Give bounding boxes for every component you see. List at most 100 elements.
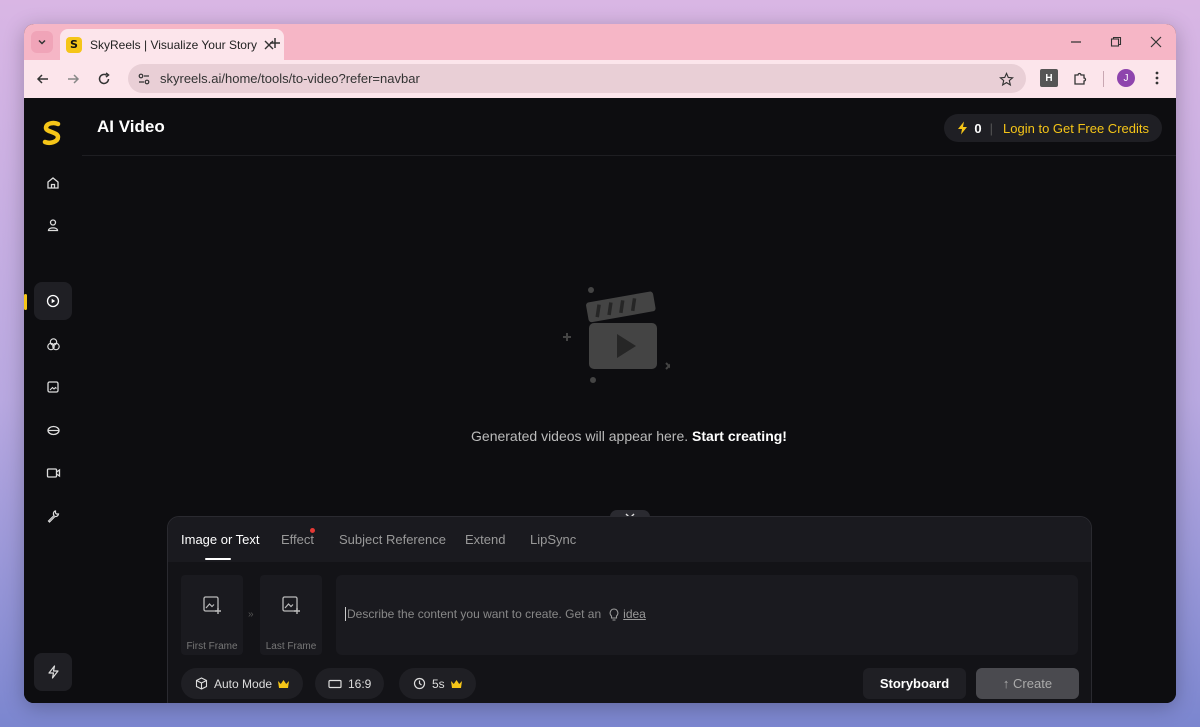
sidebar-item-effects[interactable]: [34, 325, 72, 363]
tune-icon: [138, 73, 150, 84]
sidebar-item-profile[interactable]: [34, 206, 72, 244]
sidebar-item-video[interactable]: [34, 454, 72, 492]
duration-label: 5s: [432, 676, 445, 691]
prompt-placeholder-row: Describe the content you want to create.…: [345, 607, 646, 621]
last-frame-label: Last Frame: [265, 641, 317, 652]
skyreels-favicon-icon: S: [66, 36, 82, 53]
back-button[interactable]: [32, 68, 54, 90]
arrow-right-icon: [68, 74, 80, 84]
page-header: AI Video 0 | Login to Get Free Credits: [82, 98, 1176, 156]
extension-h-button[interactable]: H: [1040, 69, 1058, 87]
tab-image-or-text[interactable]: Image or Text: [181, 532, 260, 547]
tab-strip: S SkyReels | Visualize Your Story: [24, 24, 1176, 60]
tab-extend[interactable]: Extend: [465, 532, 505, 547]
mode-tabs: Image or Text Effect Subject Reference E…: [168, 517, 1091, 562]
sidebar-item-image[interactable]: [34, 368, 72, 406]
lightning-icon: [47, 665, 59, 679]
chevron-down-icon: [38, 39, 46, 45]
prompt-input[interactable]: Describe the content you want to create.…: [336, 575, 1078, 655]
plus-icon: [270, 38, 280, 48]
minimize-button[interactable]: [1056, 24, 1096, 60]
skyreels-logo-icon[interactable]: [40, 120, 64, 146]
clapperboard-icon: [563, 287, 670, 383]
browser-menu-button[interactable]: [1148, 69, 1166, 87]
site-info-button[interactable]: [134, 69, 154, 89]
star-icon: [998, 71, 1014, 86]
sidebar-item-ai-video[interactable]: [34, 282, 72, 320]
url-text: skyreels.ai/home/tools/to-video?refer=na…: [160, 71, 420, 86]
bookmark-button[interactable]: [996, 69, 1016, 89]
new-badge-dot: [310, 528, 315, 533]
app-content: AI Video 0 | Login to Get Free Credits G…: [24, 98, 1176, 703]
last-frame-upload[interactable]: Last Frame: [260, 575, 322, 655]
empty-state-message: Generated videos will appear here. Start…: [82, 428, 1176, 444]
browser-window: S SkyReels | Visualize Your Story skyree…: [24, 24, 1176, 703]
restore-button[interactable]: [1096, 24, 1136, 60]
ratio-label: 16:9: [348, 676, 372, 691]
image-icon: [47, 381, 59, 393]
tab-title: SkyReels | Visualize Your Story: [90, 37, 257, 52]
toolbar-separator: [1103, 71, 1104, 87]
cube-icon: [195, 677, 207, 690]
close-window-button[interactable]: [1136, 24, 1176, 60]
create-button[interactable]: ↑ Create: [976, 668, 1079, 699]
text-caret: [345, 607, 346, 621]
sidebar-item-upgrade[interactable]: [34, 653, 72, 691]
empty-message-text: Generated videos will appear here.: [471, 428, 689, 444]
arrow-left-icon: [36, 74, 48, 84]
login-link[interactable]: Login to Get Free Credits: [1003, 121, 1149, 136]
create-panel: Image or Text Effect Subject Reference E…: [167, 516, 1092, 703]
frame-arrow: »: [248, 609, 254, 620]
video-camera-icon: [46, 468, 60, 478]
tab-subject-reference[interactable]: Subject Reference: [339, 532, 446, 547]
storyboard-button[interactable]: Storyboard: [863, 668, 966, 699]
sidebar-item-home[interactable]: [34, 164, 72, 202]
puzzle-icon: [1074, 72, 1087, 85]
browser-tab[interactable]: S SkyReels | Visualize Your Story: [60, 29, 284, 60]
crown-icon: [450, 679, 462, 688]
browser-toolbar: skyreels.ai/home/tools/to-video?refer=na…: [24, 60, 1176, 98]
forward-button[interactable]: [62, 68, 84, 90]
lips-icon: [46, 425, 60, 435]
aspect-ratio-icon: [328, 679, 342, 688]
credits-badge[interactable]: 0 | Login to Get Free Credits: [944, 114, 1162, 142]
crown-icon: [278, 679, 290, 688]
home-icon: [47, 177, 59, 189]
profile-avatar[interactable]: J: [1117, 69, 1135, 87]
mode-label: Auto Mode: [214, 676, 273, 691]
reload-icon: [98, 72, 110, 85]
add-image-icon: [203, 596, 221, 614]
mode-selector[interactable]: Auto Mode: [181, 668, 304, 699]
wrench-icon: [47, 510, 60, 523]
tab-effect[interactable]: Effect: [281, 532, 314, 547]
sidebar: [24, 98, 82, 703]
user-icon: [47, 219, 59, 232]
extensions-button[interactable]: [1071, 69, 1089, 87]
reload-button[interactable]: [93, 68, 115, 90]
sidebar-item-lipsync[interactable]: [34, 411, 72, 449]
aspect-ratio-selector[interactable]: 16:9: [315, 668, 385, 699]
active-indicator: [24, 294, 27, 310]
add-image-icon: [282, 596, 300, 614]
lightning-icon: [958, 121, 968, 135]
play-circle-icon: [46, 294, 60, 308]
minimize-icon: [1071, 41, 1081, 43]
address-bar[interactable]: skyreels.ai/home/tools/to-video?refer=na…: [128, 64, 1026, 93]
tab-search-button[interactable]: [31, 31, 53, 53]
active-tab-underline: [205, 558, 231, 560]
tab-lipsync[interactable]: LipSync: [530, 532, 576, 547]
idea-link[interactable]: idea: [623, 607, 646, 621]
page-title: AI Video: [97, 117, 165, 136]
first-frame-label: First Frame: [186, 641, 238, 652]
clock-icon: [413, 677, 425, 690]
duration-selector[interactable]: 5s: [399, 668, 476, 699]
credits-count: 0: [974, 120, 982, 136]
new-tab-button[interactable]: [264, 32, 286, 54]
credits-separator: |: [989, 120, 994, 136]
empty-cta-text: Start creating!: [692, 428, 787, 444]
more-vertical-icon: [1155, 71, 1159, 85]
first-frame-upload[interactable]: First Frame: [181, 575, 243, 655]
close-icon: [1150, 36, 1162, 48]
sidebar-item-tools[interactable]: [34, 497, 72, 535]
circles-icon: [46, 337, 60, 350]
